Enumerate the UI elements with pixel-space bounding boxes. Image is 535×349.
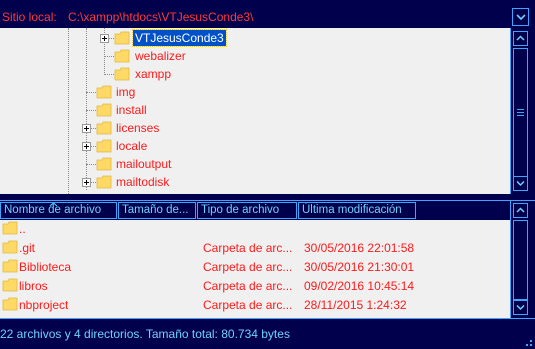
tree-scrollbar[interactable] [510, 28, 535, 194]
file-modified: 28/11/2015 1:24:32 [304, 298, 407, 312]
file-type: Carpeta de arc... [203, 279, 293, 293]
status-text: 22 archivos y 4 directorios. Tamaño tota… [0, 327, 290, 341]
folder-icon [2, 259, 18, 273]
site-path-combobox[interactable]: C:\xampp\htdocs\VTJesusConde3\ [68, 10, 253, 24]
tree-guide-line [104, 56, 114, 57]
tree-guide-line [86, 92, 96, 93]
arrow-up-icon [516, 35, 525, 41]
file-list-header: Nombre de archivo Tamaño de... Tipo de a… [0, 201, 510, 220]
plus-expander-icon[interactable] [82, 142, 91, 151]
status-bar: 22 archivos y 4 directorios. Tamaño tota… [0, 318, 535, 349]
tree-item-locale[interactable]: locale [116, 138, 147, 154]
folder-icon [96, 121, 112, 135]
file-name: libros [19, 279, 48, 293]
file-type: Carpeta de arc... [203, 298, 293, 312]
tree-guide-line [86, 28, 87, 190]
site-dropdown-button[interactable] [512, 8, 529, 26]
plus-expander-icon[interactable] [100, 34, 109, 43]
scroll-thumb[interactable] [513, 220, 528, 300]
folder-icon [114, 67, 130, 81]
tree-item-vtjesusconde3[interactable]: VTJesusConde3 [132, 29, 227, 47]
folder-icon [2, 297, 18, 311]
file-type: Carpeta de arc... [203, 241, 293, 255]
tree-guide-line [68, 28, 69, 194]
folder-icon [2, 240, 18, 254]
arrow-down-icon [516, 304, 525, 311]
file-row[interactable]: libros Carpeta de arc... 09/02/2016 10:4… [0, 277, 510, 296]
file-modified: 09/02/2016 10:45:14 [304, 279, 415, 293]
folder-icon [96, 103, 112, 117]
tree-item-img[interactable]: img [116, 84, 135, 100]
arrow-down-icon [516, 180, 525, 187]
file-name: nbproject [19, 298, 69, 312]
tree-item-install[interactable]: install [116, 102, 147, 118]
folder-icon [96, 157, 112, 171]
plus-expander-icon[interactable] [82, 178, 91, 187]
site-label: Sitio local: [2, 10, 57, 24]
tree-item-webalizer[interactable]: webalizer [135, 48, 186, 64]
folder-icon [2, 278, 18, 292]
file-name: .git [19, 241, 36, 255]
file-row[interactable]: nbproject Carpeta de arc... 28/11/2015 1… [0, 296, 510, 315]
column-header-modified[interactable]: Última modificación [298, 202, 416, 219]
folder-icon [96, 85, 112, 99]
tree-guide-line [86, 164, 96, 165]
file-row[interactable]: .. [0, 220, 510, 239]
column-header-type[interactable]: Tipo de archivo [197, 202, 297, 219]
tree-guide-line [104, 74, 114, 75]
folder-icon [96, 175, 112, 189]
file-modified: 30/05/2016 21:30:01 [304, 260, 415, 274]
pane-splitter[interactable] [0, 194, 535, 201]
folder-icon [2, 221, 18, 235]
sort-arrow-icon [49, 203, 58, 207]
folder-icon [114, 49, 130, 63]
tree-item-mailtodisk[interactable]: mailtodisk [116, 174, 169, 190]
scroll-down-button[interactable] [513, 300, 528, 315]
folder-icon [114, 31, 130, 45]
file-list-scrollbar[interactable] [510, 201, 535, 318]
file-type: Carpeta de arc... [203, 260, 293, 274]
resize-grip-icon[interactable] [521, 335, 533, 347]
tree-guide-line [86, 110, 96, 111]
plus-expander-icon[interactable] [82, 124, 91, 133]
file-name: .. [19, 222, 26, 236]
tree-item-mailoutput[interactable]: mailoutput [116, 156, 171, 172]
chevron-down-icon [516, 14, 526, 21]
file-row[interactable]: .git Carpeta de arc... 30/05/2016 22:01:… [0, 239, 510, 258]
scroll-down-button[interactable] [513, 176, 528, 191]
scroll-thumb[interactable] [513, 48, 528, 178]
column-header-size[interactable]: Tamaño de... [118, 202, 196, 219]
folder-tree[interactable]: VTJesusConde3 webalizer xampp img instal… [0, 28, 510, 194]
folder-icon [96, 139, 112, 153]
file-name: Biblioteca [19, 260, 72, 274]
column-header-name[interactable]: Nombre de archivo [0, 202, 117, 219]
file-row[interactable]: Biblioteca Carpeta de arc... 30/05/2016 … [0, 258, 510, 277]
tree-item-licenses[interactable]: licenses [116, 120, 159, 136]
tree-item-xampp[interactable]: xampp [135, 66, 171, 82]
file-modified: 30/05/2016 22:01:58 [304, 241, 415, 255]
scroll-up-button[interactable] [513, 203, 528, 218]
arrow-up-icon [516, 207, 525, 213]
file-list[interactable]: Nombre de archivo Tamaño de... Tipo de a… [0, 201, 510, 318]
site-bar: Sitio local: C:\xampp\htdocs\VTJesusCond… [0, 0, 535, 28]
scroll-up-button[interactable] [513, 31, 528, 46]
